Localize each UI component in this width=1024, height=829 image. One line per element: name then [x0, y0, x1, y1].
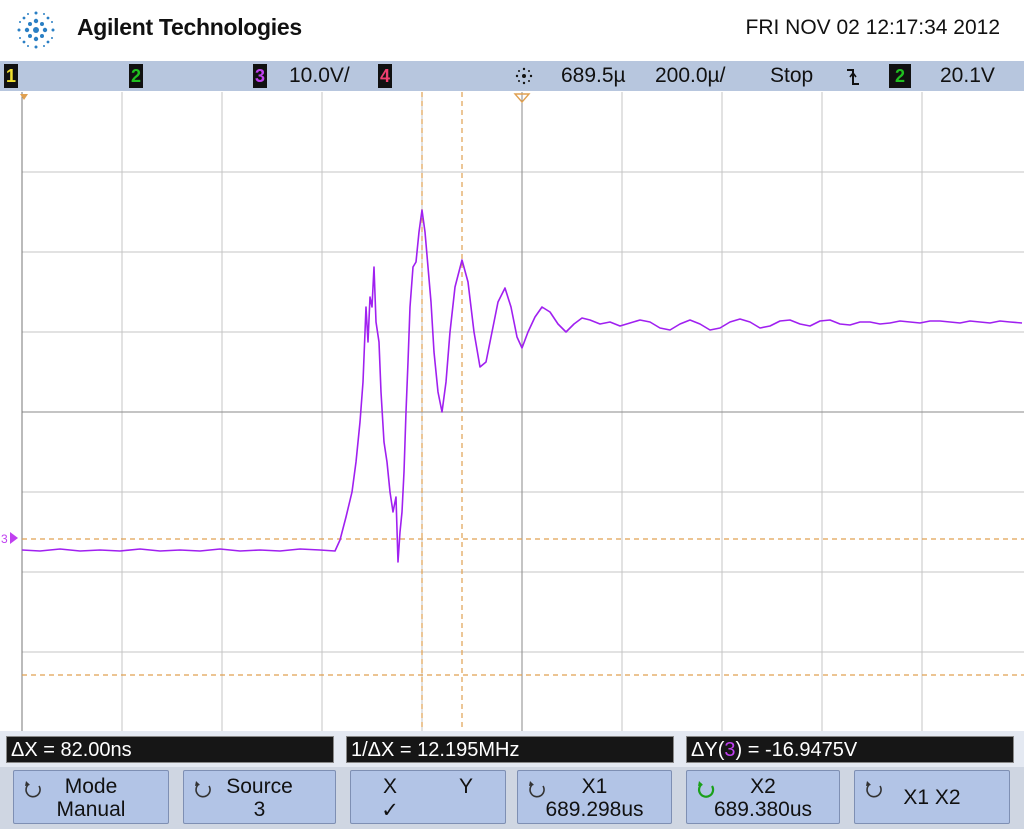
- x2-label: X2: [750, 775, 776, 798]
- time-scale: 200.0µ/: [655, 64, 726, 87]
- x1-x2-label: X1 X2: [903, 786, 961, 809]
- trigger-falling-edge-icon: [847, 69, 859, 85]
- x1-value: 689.298us: [545, 798, 644, 821]
- channel-3-ground-marker-icon: [10, 532, 18, 544]
- delta-y-readout: ΔY(3) = -16.9475V: [686, 736, 1014, 763]
- delta-x-readout: ΔX = 82.00ns: [6, 736, 334, 763]
- mode-label: Mode: [64, 775, 118, 798]
- date-time: FRI NOV 02 12:17:34 2012: [745, 16, 1001, 39]
- run-state: Stop: [770, 64, 814, 87]
- channel-2-indicator[interactable]: 2: [129, 64, 143, 88]
- brand-name: Agilent Technologies: [77, 14, 302, 40]
- left-time-marker-icon: [20, 94, 28, 100]
- time-position: 689.5µ: [561, 64, 626, 87]
- mode-value: Manual: [56, 798, 126, 821]
- softkey-bar: Mode Manual Source 3 X Y ✓ X1 689.298us …: [0, 767, 1024, 829]
- x1-cursor-softkey[interactable]: X1 689.298us: [517, 770, 672, 824]
- waveform-display[interactable]: 3: [0, 92, 1024, 731]
- status-bar: 1 2 3 10.0V/ 4 689.5µ 200.0µ/ Stop 2 20.…: [0, 61, 1024, 91]
- trigger-source[interactable]: 2: [889, 64, 911, 88]
- graticule-and-trace: 3: [1, 92, 1024, 731]
- x2-cursor-softkey[interactable]: X2 689.380us: [686, 770, 840, 824]
- mode-softkey[interactable]: Mode Manual: [13, 770, 169, 824]
- inverse-delta-x-readout: 1/ΔX = 12.195MHz: [346, 736, 674, 763]
- x1-x2-softkey[interactable]: X1 X2: [854, 770, 1010, 824]
- delta-y-prefix: ΔY(: [691, 739, 725, 761]
- channel-4-indicator[interactable]: 4: [378, 64, 392, 88]
- agilent-spark-logo-icon: [17, 11, 55, 49]
- delta-y-channel: 3: [724, 739, 736, 761]
- channel-3-ground-marker: 3: [1, 532, 8, 546]
- channel-1-indicator[interactable]: 1: [4, 64, 18, 88]
- x-mode-check-icon: ✓: [381, 799, 399, 822]
- x2-value: 689.380us: [713, 798, 813, 821]
- acquire-sparkle-icon: [515, 67, 533, 85]
- header: Agilent Technologies FRI NOV 02 12:17:34…: [0, 0, 1024, 60]
- channel-3-indicator[interactable]: 3: [253, 64, 267, 88]
- cursor-readouts: ΔX = 82.00ns 1/ΔX = 12.195MHz ΔY(3) = -1…: [0, 731, 1024, 767]
- xy-softkey[interactable]: X Y ✓: [350, 770, 506, 824]
- x1-label: X1: [581, 775, 608, 798]
- delta-y-value: ) = -16.9475V: [735, 739, 858, 761]
- trigger-level: 20.1V: [940, 64, 995, 87]
- channel-3-scale: 10.0V/: [289, 64, 350, 87]
